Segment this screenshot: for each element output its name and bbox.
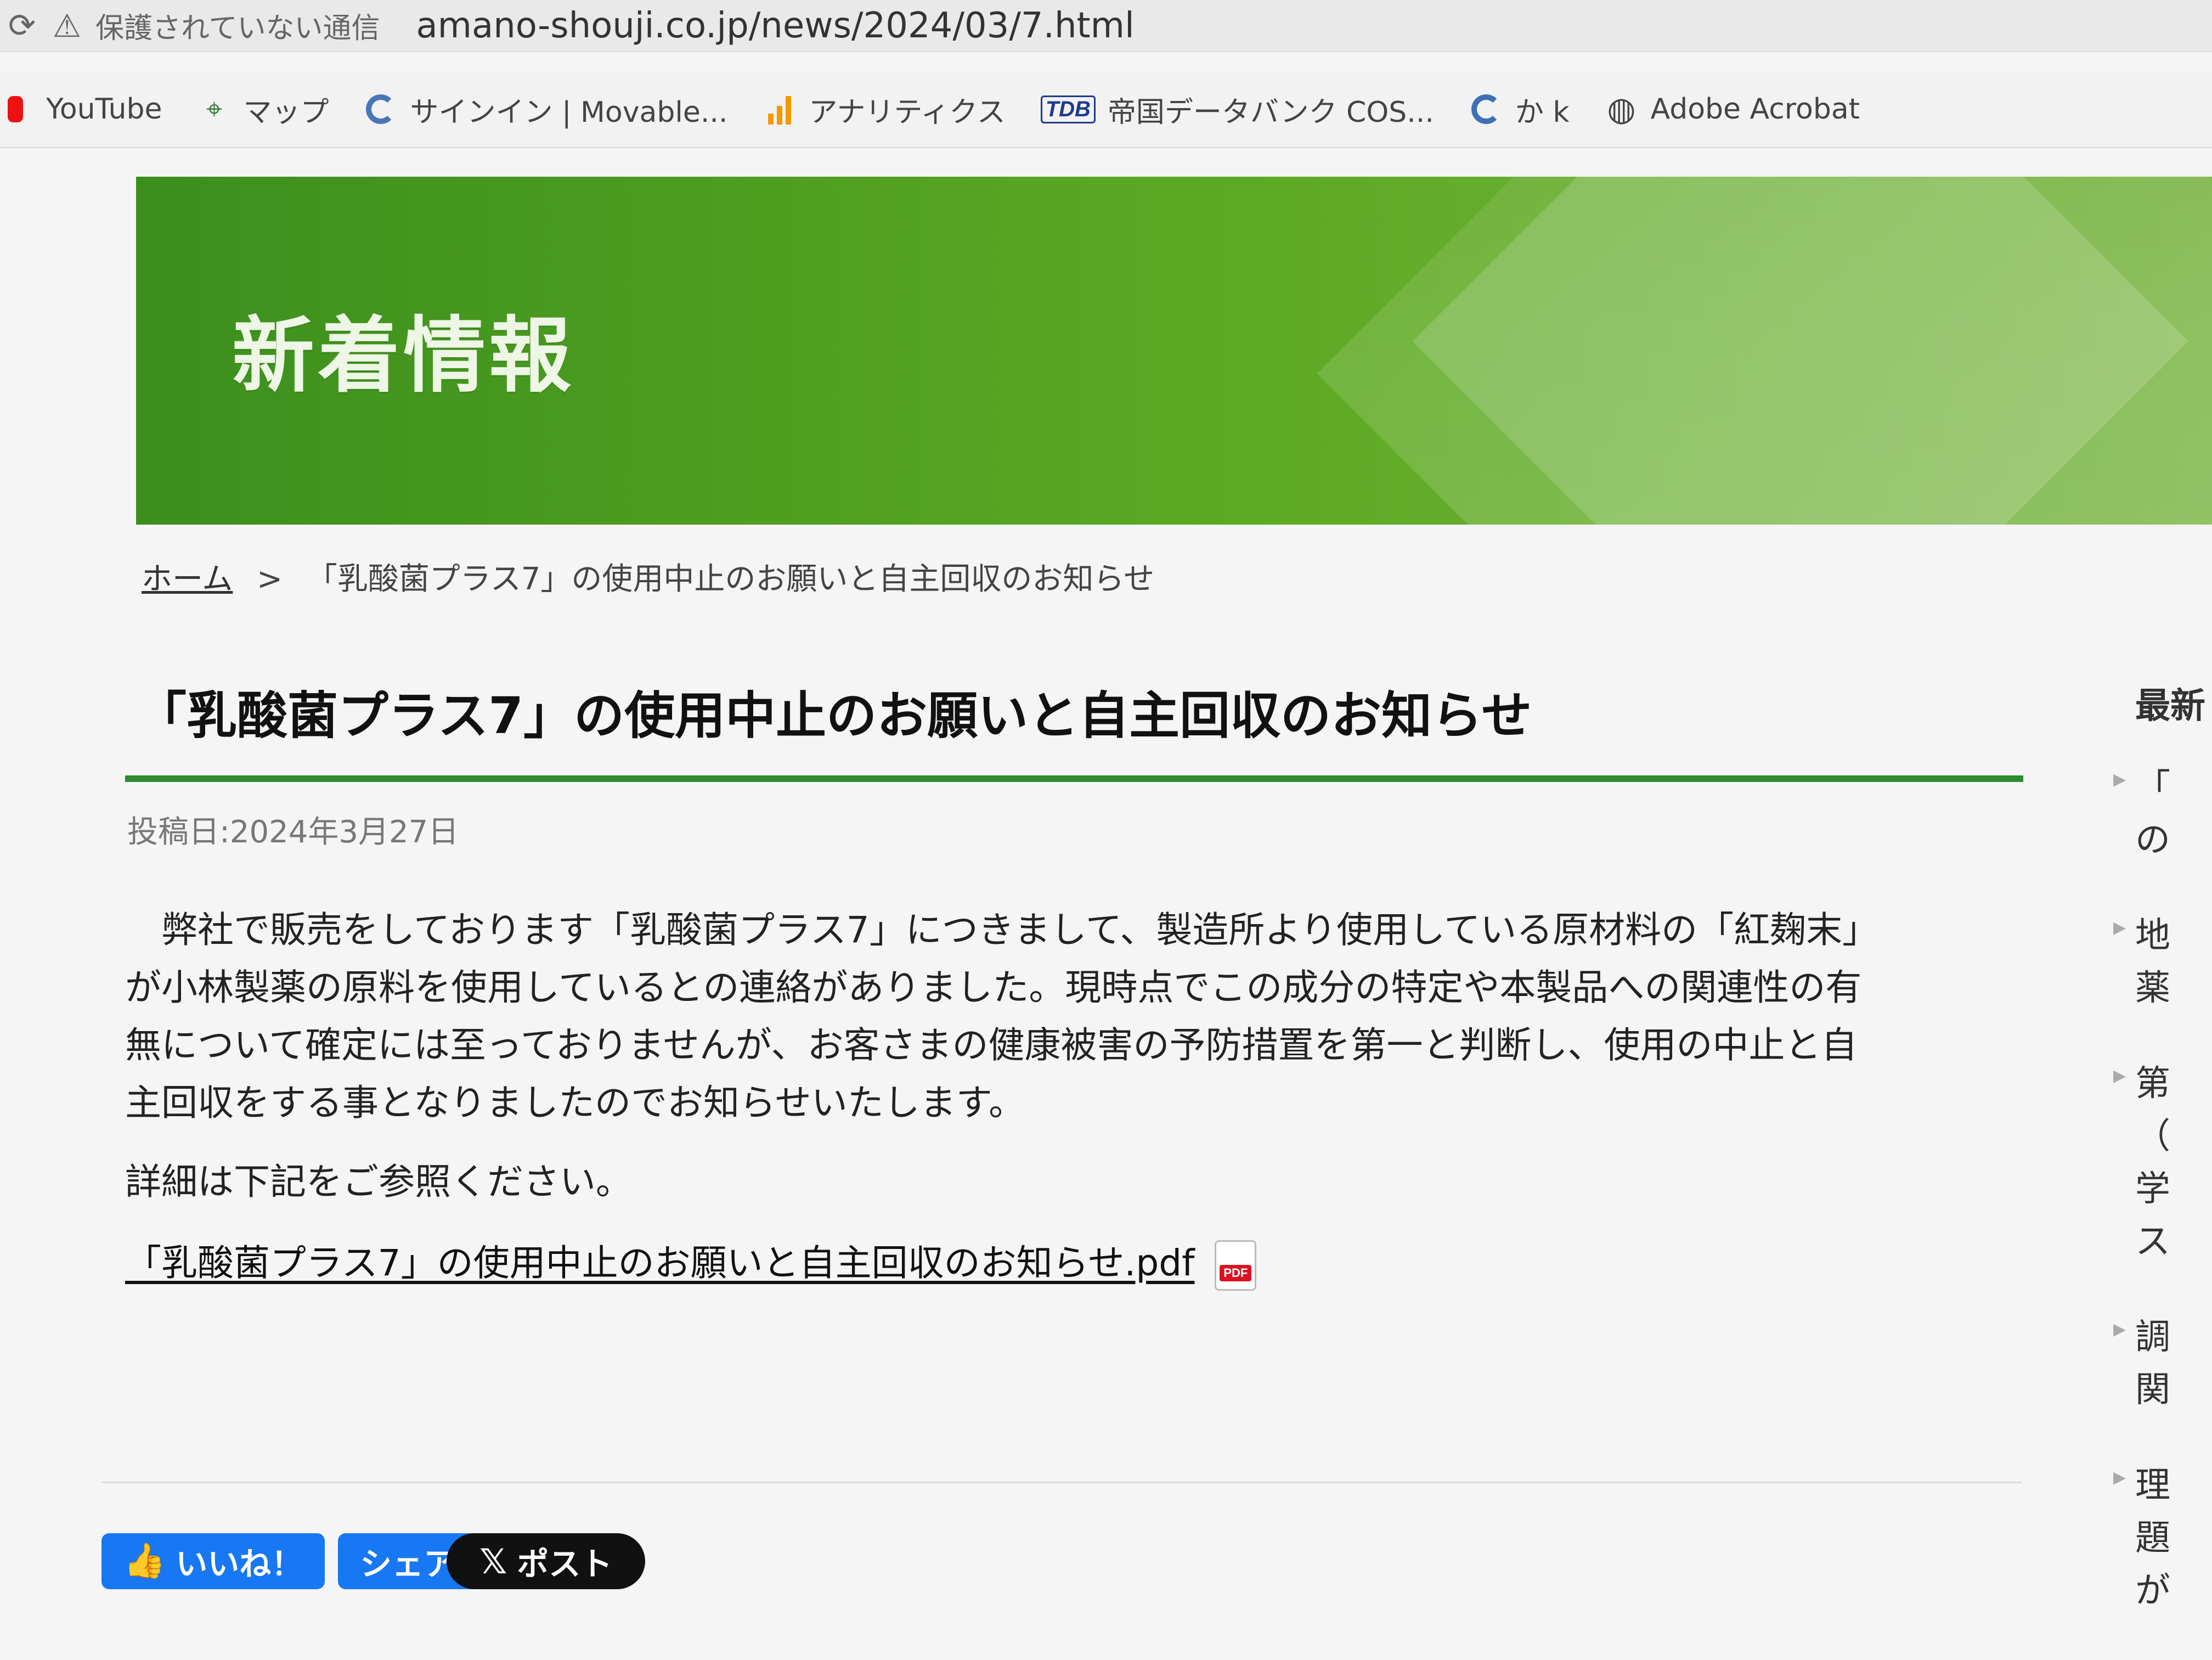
- sidebar-news-item[interactable]: ▶ 第 （ 学 ス: [2113, 1057, 2212, 1268]
- sidebar-item-text: 「: [2135, 767, 2170, 808]
- bookmarks-bar: YouTube ⌖ マップ サインイン | Movable... アナリティクス…: [0, 71, 2212, 148]
- bookmark-label: Adobe Acrobat: [1650, 93, 1860, 126]
- bookmark-movabletype[interactable]: サインイン | Movable...: [364, 89, 727, 130]
- social-buttons: 👍 いいね！ シェア 𝕏 ポスト: [101, 1533, 646, 1589]
- address-bar: ⟳ ⚠ 保護されていない通信 amano-shouji.co.jp/news/2…: [0, 0, 2212, 52]
- sidebar-item-text: 地: [2135, 915, 2170, 956]
- sidebar-item-text: 理: [2135, 1465, 2170, 1506]
- sidebar-news-item[interactable]: ▶ 「 の: [2113, 761, 2212, 866]
- breadcrumb-home-link[interactable]: ホーム: [142, 561, 233, 597]
- bookmark-label: アナリティクス: [809, 95, 1006, 129]
- youtube-icon: [0, 92, 34, 126]
- triangle-bullet-icon: ▶: [2113, 1320, 2126, 1339]
- sidebar-item-text: が: [2135, 1571, 2170, 1611]
- body-line: が小林製薬の原料を使用しているとの連絡がありました。現時点でこの成分の特定や本製…: [125, 966, 1862, 1009]
- breadcrumb-current: 「乳酸菌プラス7」の使用中止のお願いと自主回収のお知らせ: [306, 561, 1155, 597]
- section-divider: [101, 1482, 2022, 1483]
- sidebar-heading: 最新: [2135, 686, 2205, 727]
- share-label: シェア: [360, 1546, 456, 1582]
- facebook-like-button[interactable]: 👍 いいね！: [101, 1533, 325, 1589]
- analytics-icon: [763, 92, 797, 126]
- sidebar-item-text: 学: [2135, 1169, 2170, 1209]
- bookmark-maps[interactable]: ⌖ マップ: [197, 89, 329, 130]
- article: 「乳酸菌プラス7」の使用中止のお願いと自主回収のお知らせ 投稿日:2024年3月…: [125, 675, 2023, 1291]
- breadcrumb: ホーム > 「乳酸菌プラス7」の使用中止のお願いと自主回収のお知らせ: [142, 554, 1154, 599]
- thumbs-up-icon: 👍: [123, 1542, 166, 1580]
- body-line: 弊社で販売をしております「乳酸菌プラス7」につきまして、製造所より使用している原…: [125, 909, 1879, 951]
- pdf-icon[interactable]: PDF: [1215, 1240, 1257, 1291]
- sidebar-item-text: ス: [2135, 1222, 2170, 1262]
- bookmark-tdb[interactable]: TDB 帝国データバンク COS...: [1040, 89, 1434, 130]
- sidebar-item-text: 関: [2135, 1370, 2170, 1410]
- bookmark-label: マップ: [243, 95, 329, 129]
- movabletype-icon: [364, 92, 398, 126]
- sidebar-news-item[interactable]: ▶ 地 薬: [2113, 909, 2212, 1015]
- maps-icon: ⌖: [206, 92, 223, 126]
- warning-icon[interactable]: ⚠: [53, 7, 81, 44]
- body-line: 主回収をする事となりましたのでお知らせいたします。: [125, 1082, 1025, 1124]
- x-logo-icon: 𝕏: [479, 1541, 507, 1582]
- globe-icon: ◍: [1607, 90, 1636, 128]
- breadcrumb-separator: >: [257, 561, 283, 597]
- reload-icon[interactable]: ⟳: [5, 7, 38, 45]
- sidebar-item-text: 第: [2135, 1063, 2170, 1104]
- triangle-bullet-icon: ▶: [2113, 770, 2126, 789]
- triangle-bullet-icon: ▶: [2113, 918, 2126, 937]
- bookmark-adobe[interactable]: ◍ Adobe Acrobat: [1605, 90, 1860, 128]
- latest-news-sidebar: 最新 ▶ 「 の ▶ 地 薬 ▶ 第 （ 学 ス ▶ 調 関 ▶ 理 題 が: [2113, 678, 2212, 1660]
- x-post-button[interactable]: 𝕏 ポスト: [447, 1533, 646, 1589]
- loading-icon: [1469, 92, 1503, 126]
- like-label: いいね！: [176, 1546, 303, 1582]
- url-text[interactable]: amano-shouji.co.jp/news/2024/03/7.html: [416, 5, 1134, 46]
- page-title: 新着情報: [232, 308, 575, 404]
- bookmark-label: 帝国データバンク COS...: [1107, 95, 1434, 129]
- post-label: ポスト: [517, 1546, 613, 1582]
- sidebar-news-item[interactable]: ▶ 理 題 が: [2113, 1459, 2212, 1617]
- sidebar-item-text: の: [2135, 820, 2170, 860]
- bookmark-label: か k: [1515, 95, 1570, 129]
- sidebar-item-text: 薬: [2135, 968, 2170, 1009]
- sidebar-item-text: 題: [2135, 1518, 2170, 1558]
- news-header-banner: 新着情報: [136, 177, 2212, 525]
- pdf-link-row: 「乳酸菌プラス7」の使用中止のお願いと自主回収のお知らせ.pdf PDF: [125, 1234, 2023, 1291]
- bookmark-k[interactable]: か k: [1469, 89, 1570, 130]
- bookmark-label: サインイン | Movable...: [410, 95, 728, 129]
- sidebar-news-item[interactable]: ▶ 調 関: [2113, 1311, 2212, 1416]
- sidebar-item-text: （: [2135, 1116, 2170, 1157]
- bookmark-analytics[interactable]: アナリティクス: [763, 89, 1006, 130]
- triangle-bullet-icon: ▶: [2113, 1066, 2126, 1085]
- tdb-icon: TDB: [1040, 95, 1096, 123]
- detail-text: 詳細は下記をご参照ください。: [125, 1161, 632, 1203]
- insecure-connection-label[interactable]: 保護されていない通信: [95, 5, 380, 46]
- triangle-bullet-icon: ▶: [2113, 1468, 2126, 1487]
- article-body: 弊社で販売をしております「乳酸菌プラス7」につきまして、製造所より使用している原…: [125, 901, 2012, 1132]
- posted-date: 投稿日:2024年3月27日: [127, 814, 459, 850]
- article-title: 「乳酸菌プラス7」の使用中止のお願いと自主回収のお知らせ: [125, 675, 2023, 782]
- pdf-icon-label: PDF: [1220, 1264, 1252, 1281]
- bookmark-youtube[interactable]: YouTube: [0, 92, 162, 126]
- sidebar-item-text: 調: [2135, 1317, 2170, 1358]
- body-line: 無について確定には至っておりませんが、お客さまの健康被害の予防措置を第一と判断し…: [125, 1024, 1858, 1066]
- bookmark-label: YouTube: [46, 93, 162, 126]
- pdf-download-link[interactable]: 「乳酸菌プラス7」の使用中止のお願いと自主回収のお知らせ.pdf: [125, 1242, 1194, 1284]
